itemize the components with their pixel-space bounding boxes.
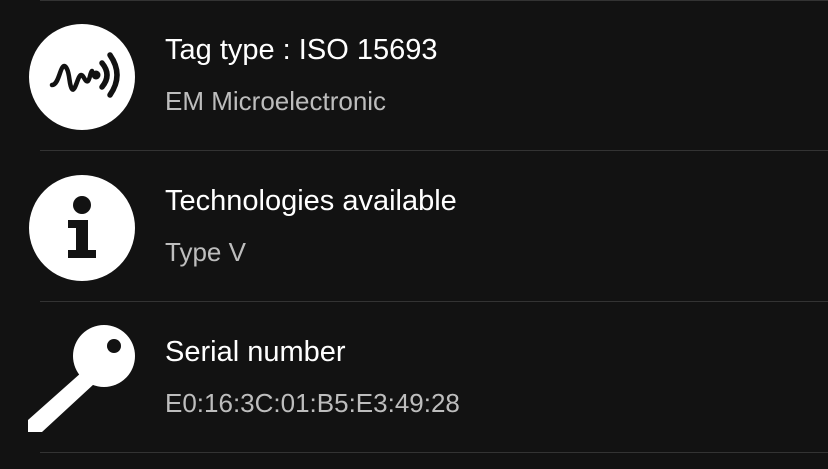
tag-type-row[interactable]: Tag type : ISO 15693 EM Microelectronic (0, 0, 828, 150)
divider (40, 452, 828, 453)
key-icon (28, 324, 136, 432)
nfc-tag-icon (28, 23, 136, 131)
row-subtitle: Type V (165, 237, 246, 267)
row-title: Technologies available (165, 185, 457, 217)
row-title: Serial number (165, 336, 346, 368)
row-subtitle: EM Microelectronic (165, 86, 387, 116)
info-icon (28, 174, 136, 282)
row-title: Tag type : ISO 15693 (165, 34, 438, 66)
technologies-row[interactable]: Technologies available Type V (0, 151, 828, 301)
serial-number-row[interactable]: Serial number E0:16:3C:01:B5:E3:49:28 (0, 302, 828, 452)
row-subtitle: E0:16:3C:01:B5:E3:49:28 (165, 388, 460, 418)
